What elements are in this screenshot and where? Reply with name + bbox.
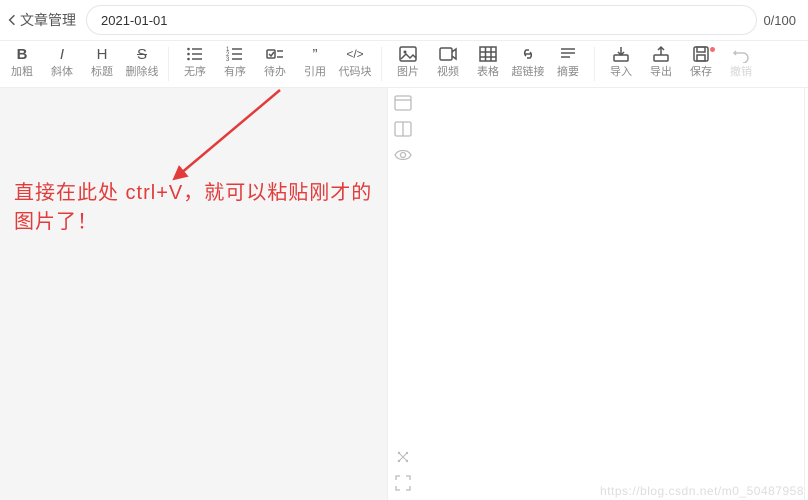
- ol-icon: [226, 45, 244, 63]
- back-label: 文章管理: [20, 10, 76, 30]
- char-counter: 0/100: [757, 13, 802, 28]
- annotation-arrow: [170, 88, 290, 198]
- back-button[interactable]: 文章管理: [6, 10, 78, 30]
- save-icon: [692, 45, 710, 63]
- toolbar-separator: [381, 47, 382, 81]
- video-label: 视频: [437, 67, 459, 78]
- video-icon: [439, 45, 457, 63]
- export-label: 导出: [650, 67, 672, 78]
- import-icon: [612, 45, 630, 63]
- todo-icon: [266, 45, 284, 63]
- quote-icon: ”: [306, 45, 324, 63]
- expand-button[interactable]: [394, 448, 412, 466]
- bold-icon: B: [13, 45, 31, 63]
- tool-todo[interactable]: 待办: [255, 45, 295, 89]
- tool-video[interactable]: 视频: [428, 45, 468, 89]
- split-button[interactable]: [394, 120, 412, 138]
- title-value: 2021-01-01: [101, 13, 168, 28]
- image-icon: [399, 45, 417, 63]
- link-label: 超链接: [512, 67, 545, 78]
- quote-label: 引用: [304, 67, 326, 78]
- tool-code[interactable]: </> 代码块: [335, 45, 375, 89]
- preview-mode-icons: [394, 94, 412, 164]
- heading-icon: H: [93, 45, 111, 63]
- table-icon: [479, 45, 497, 63]
- undo-label: 撤销: [730, 67, 752, 78]
- tool-strike[interactable]: S 删除线: [122, 45, 162, 89]
- editor-body: 直接在此处 ctrl+V，就可以粘贴刚才的图片了！ https://blog.c…: [0, 88, 808, 500]
- tool-export[interactable]: 导出: [641, 45, 681, 89]
- image-label: 图片: [397, 67, 419, 78]
- tool-image[interactable]: 图片: [388, 45, 428, 89]
- export-icon: [652, 45, 670, 63]
- chevron-left-icon: [8, 13, 16, 27]
- panel-button[interactable]: [394, 94, 412, 112]
- toolbar-separator: [594, 47, 595, 81]
- title-input[interactable]: 2021-01-01: [86, 5, 757, 35]
- summary-icon: [559, 45, 577, 63]
- link-icon: [519, 45, 537, 63]
- editor-pane[interactable]: 直接在此处 ctrl+V，就可以粘贴刚才的图片了！: [0, 88, 388, 500]
- tool-quote[interactable]: ” 引用: [295, 45, 335, 89]
- toolbar-separator: [168, 47, 169, 81]
- import-label: 导入: [610, 67, 632, 78]
- heading-label: 标题: [91, 67, 113, 78]
- tool-import[interactable]: 导入: [601, 45, 641, 89]
- italic-label: 斜体: [51, 67, 73, 78]
- tool-undo[interactable]: 撤销: [721, 45, 761, 89]
- tool-save[interactable]: 保存: [681, 45, 721, 89]
- ul-icon: [186, 45, 204, 63]
- paste-hint-annotation: 直接在此处 ctrl+V，就可以粘贴刚才的图片了！: [14, 176, 387, 234]
- strike-icon: S: [133, 45, 151, 63]
- right-panel-edge: [804, 88, 808, 500]
- preview-pane: https://blog.csdn.net/m0_50487958: [388, 88, 808, 500]
- eye-button[interactable]: [394, 146, 412, 164]
- tool-link[interactable]: 超链接: [508, 45, 548, 89]
- tool-table[interactable]: 表格: [468, 45, 508, 89]
- split-icon: [394, 120, 412, 138]
- toolbar: B 加粗 I 斜体 H 标题 S 删除线 无序 有序 待办 ” 引用 </> 代码块 图片 视频 表格 超链接 摘要 导…: [0, 40, 808, 88]
- summary-label: 摘要: [557, 67, 579, 78]
- tool-bold[interactable]: B 加粗: [2, 45, 42, 89]
- tool-ol[interactable]: 有序: [215, 45, 255, 89]
- bold-label: 加粗: [11, 67, 33, 78]
- expand-icon: [394, 448, 412, 466]
- panel-icon: [394, 94, 412, 112]
- todo-label: 待办: [264, 67, 286, 78]
- code-label: 代码块: [339, 67, 372, 78]
- watermark: https://blog.csdn.net/m0_50487958: [600, 484, 804, 498]
- fullscreen-button[interactable]: [394, 474, 412, 492]
- tool-heading[interactable]: H 标题: [82, 45, 122, 89]
- italic-icon: I: [53, 45, 71, 63]
- top-bar: 文章管理 2021-01-01 0/100: [0, 0, 808, 40]
- tool-italic[interactable]: I 斜体: [42, 45, 82, 89]
- save-label: 保存: [690, 67, 712, 78]
- code-icon: </>: [346, 45, 364, 63]
- fullscreen-icon: [394, 474, 412, 492]
- table-label: 表格: [477, 67, 499, 78]
- eye-icon: [394, 146, 412, 164]
- tool-summary[interactable]: 摘要: [548, 45, 588, 89]
- undo-icon: [732, 45, 750, 63]
- tool-ul[interactable]: 无序: [175, 45, 215, 89]
- ul-label: 无序: [184, 67, 206, 78]
- preview-bottom-icons: [394, 448, 412, 492]
- strike-label: 删除线: [126, 67, 159, 78]
- ol-label: 有序: [224, 67, 246, 78]
- unsaved-dot: [710, 47, 715, 52]
